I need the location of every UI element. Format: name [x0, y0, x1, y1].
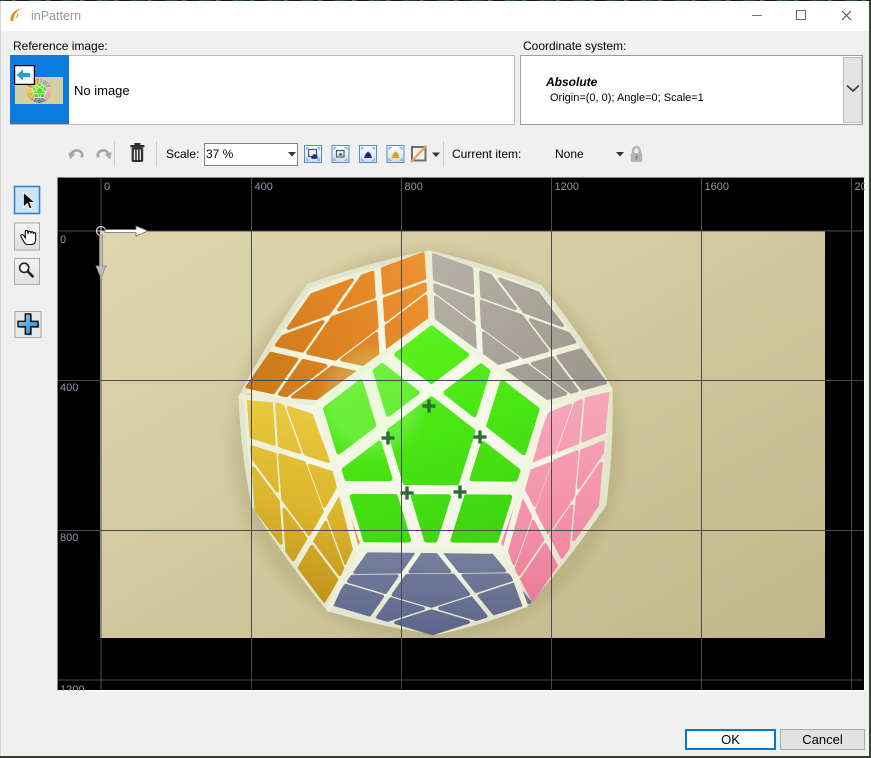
- svg-text:800: 800: [60, 532, 78, 544]
- svg-text:2000: 2000: [855, 181, 866, 193]
- svg-text:0: 0: [60, 234, 66, 246]
- svg-text:0: 0: [104, 181, 110, 193]
- svg-text:1600: 1600: [705, 181, 729, 193]
- svg-text:400: 400: [255, 181, 273, 193]
- svg-text:800: 800: [405, 181, 423, 193]
- svg-text:400: 400: [60, 382, 78, 394]
- svg-text:1200: 1200: [60, 684, 84, 691]
- svg-text:1200: 1200: [555, 181, 579, 193]
